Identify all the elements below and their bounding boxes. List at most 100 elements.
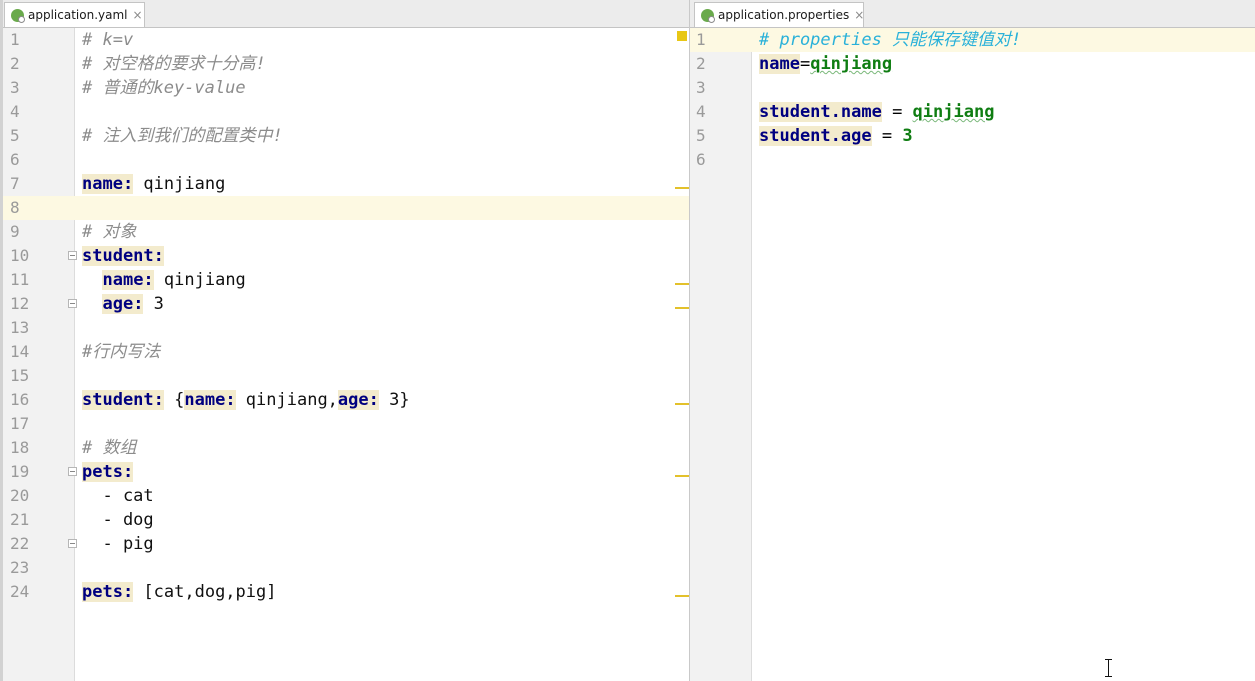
code-token: name: [184, 390, 236, 410]
fold-toggle-icon[interactable] [68, 299, 77, 308]
code-line[interactable]: 8 [0, 196, 689, 220]
line-content: # 对空格的要求十分高! [82, 52, 266, 76]
line-number: 19 [10, 462, 30, 481]
code-line[interactable]: 2 # 对空格的要求十分高! [0, 52, 689, 76]
line-number: 24 [10, 582, 30, 601]
code-token: # 注入到我们的配置类中! [82, 126, 283, 146]
change-marker[interactable] [675, 283, 689, 285]
code-line[interactable]: 6 [690, 148, 1255, 172]
tab-bar-right: application.properties × [690, 0, 1255, 28]
line-number: 9 [10, 222, 20, 241]
line-number: 2 [10, 54, 20, 73]
line-content: # k=v [82, 28, 133, 52]
code-token: # 数组 [82, 438, 137, 458]
line-content: student: [82, 244, 164, 268]
code-line[interactable]: 4 [0, 100, 689, 124]
tab-application-properties[interactable]: application.properties × [694, 2, 864, 27]
line-content: - cat [82, 484, 154, 508]
code-line[interactable]: 21 - dog [0, 508, 689, 532]
editor-pane-properties[interactable]: application.properties × 1 # properties 只… [690, 0, 1255, 681]
code-token: 3} [378, 390, 410, 410]
fold-toggle-icon[interactable] [68, 251, 77, 260]
code-line[interactable]: 12 age: 3 [0, 292, 689, 316]
code-line[interactable]: 1 # properties 只能保存键值对! [690, 28, 1255, 52]
code-line[interactable]: 9 # 对象 [0, 220, 689, 244]
fold-toggle-icon[interactable] [68, 467, 77, 476]
code-line[interactable]: 6 [0, 148, 689, 172]
line-content: # 对象 [82, 220, 136, 244]
change-marker[interactable] [675, 187, 689, 189]
code-token: # 对象 [82, 222, 137, 242]
code-line[interactable]: 22 - pig [0, 532, 689, 556]
change-marker[interactable] [675, 475, 689, 477]
line-content: pets: [82, 460, 134, 484]
code-line[interactable]: 20 - cat [0, 484, 689, 508]
code-line[interactable]: 4 student.name = qinjiang [690, 100, 1255, 124]
line-number: 4 [696, 102, 706, 121]
code-token: student: [82, 390, 164, 410]
code-token: { [163, 390, 185, 410]
code-line[interactable]: 14 #行内写法 [0, 340, 689, 364]
code-line[interactable]: 1 # k=v [0, 28, 689, 52]
line-number: 11 [10, 270, 30, 289]
change-marker[interactable] [675, 595, 689, 597]
code-line[interactable]: 17 [0, 412, 689, 436]
code-token: pets: [82, 462, 134, 482]
code-line[interactable]: 18 # 数组 [0, 436, 689, 460]
code-token: = [871, 126, 903, 146]
code-token: name: [102, 270, 154, 290]
code-token: qinjiang [153, 270, 246, 290]
line-content: name=qinjiang [759, 52, 892, 76]
code-line[interactable]: 5 # 注入到我们的配置类中! [0, 124, 689, 148]
line-number: 5 [696, 126, 706, 145]
code-token: student.age [759, 126, 872, 146]
tab-application-yaml[interactable]: application.yaml × [4, 2, 145, 27]
line-content: name: qinjiang [82, 172, 225, 196]
code-line[interactable]: 11 name: qinjiang [0, 268, 689, 292]
line-number: 12 [10, 294, 30, 313]
inspection-status-icon[interactable] [677, 31, 687, 41]
code-line[interactable]: 10 student: [0, 244, 689, 268]
window-edge [0, 0, 3, 681]
code-line[interactable]: 24 pets: [cat,dog,pig] [0, 580, 689, 604]
editor-pane-yaml[interactable]: application.yaml × 1 # k=v 2 # 对空格的要求十分高! 3 #… [0, 0, 689, 681]
line-number: 16 [10, 390, 30, 409]
line-number: 5 [10, 126, 20, 145]
code-line[interactable]: 5 student.age = 3 [690, 124, 1255, 148]
code-line[interactable]: 2 name=qinjiang [690, 52, 1255, 76]
code-line[interactable]: 16 student: {name: qinjiang,age: 3} [0, 388, 689, 412]
code-line[interactable]: 7 name: qinjiang [0, 172, 689, 196]
code-token: - cat [82, 486, 154, 506]
line-content: # 注入到我们的配置类中! [82, 124, 283, 148]
code-line[interactable]: 3 # 普通的key-value [0, 76, 689, 100]
line-number: 18 [10, 438, 30, 457]
change-marker[interactable] [675, 307, 689, 309]
code-token: - pig [82, 534, 154, 554]
line-number: 20 [10, 486, 30, 505]
code-token: # properties 只能保存键值对! [759, 30, 1022, 50]
code-token: student: [82, 246, 164, 266]
fold-toggle-icon[interactable] [68, 539, 77, 548]
code-line[interactable]: 23 [0, 556, 689, 580]
line-content: - dog [82, 508, 153, 532]
code-line[interactable]: 3 [690, 76, 1255, 100]
code-line[interactable]: 13 [0, 316, 689, 340]
code-line[interactable]: 15 [0, 364, 689, 388]
line-content: #行内写法 [82, 340, 160, 364]
change-marker[interactable] [675, 403, 689, 405]
code-token: # 对空格的要求十分高! [82, 54, 266, 74]
line-number: 10 [10, 246, 30, 265]
ibeam-cursor-icon [1104, 659, 1113, 677]
line-number: 6 [696, 150, 706, 169]
line-content: name: qinjiang [82, 268, 246, 292]
tab-label: application.properties [718, 8, 850, 22]
code-line[interactable]: 19 pets: [0, 460, 689, 484]
line-number: 1 [696, 30, 706, 49]
line-content: age: 3 [82, 292, 164, 316]
close-tab-icon[interactable]: × [854, 8, 864, 22]
line-content: # 数组 [82, 436, 136, 460]
line-number: 3 [696, 78, 706, 97]
close-tab-icon[interactable]: × [133, 8, 143, 22]
